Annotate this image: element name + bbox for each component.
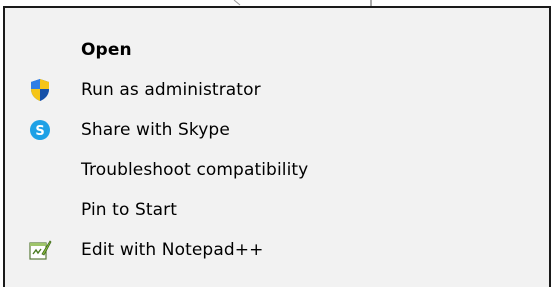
menu-item-edit-with-notepadpp[interactable]: Edit with Notepad++ bbox=[5, 230, 549, 270]
svg-text:S: S bbox=[35, 124, 44, 139]
menu-item-open[interactable]: Open bbox=[5, 30, 549, 70]
menu-item-troubleshoot-compatibility[interactable]: Troubleshoot compatibility bbox=[5, 150, 549, 190]
menu-item-label: Share with Skype bbox=[81, 120, 230, 140]
menu-item-label: Troubleshoot compatibility bbox=[81, 160, 309, 180]
skype-icon: S bbox=[28, 118, 52, 142]
menu-item-run-as-administrator[interactable]: Run as administrator bbox=[5, 70, 549, 110]
menu-item-pin-to-start[interactable]: Pin to Start bbox=[5, 190, 549, 230]
notepadpp-icon bbox=[28, 238, 52, 262]
menu-item-label: Open bbox=[81, 40, 132, 60]
menu-item-label: Pin to Start bbox=[81, 200, 177, 220]
screen: Open Run as administrator S Share with S… bbox=[0, 0, 557, 287]
context-menu: Open Run as administrator S Share with S… bbox=[3, 6, 551, 287]
menu-item-share-with-skype[interactable]: S Share with Skype bbox=[5, 110, 549, 150]
menu-item-label: Edit with Notepad++ bbox=[81, 240, 264, 260]
menu-item-label: Run as administrator bbox=[81, 80, 261, 100]
uac-shield-icon bbox=[28, 78, 52, 102]
